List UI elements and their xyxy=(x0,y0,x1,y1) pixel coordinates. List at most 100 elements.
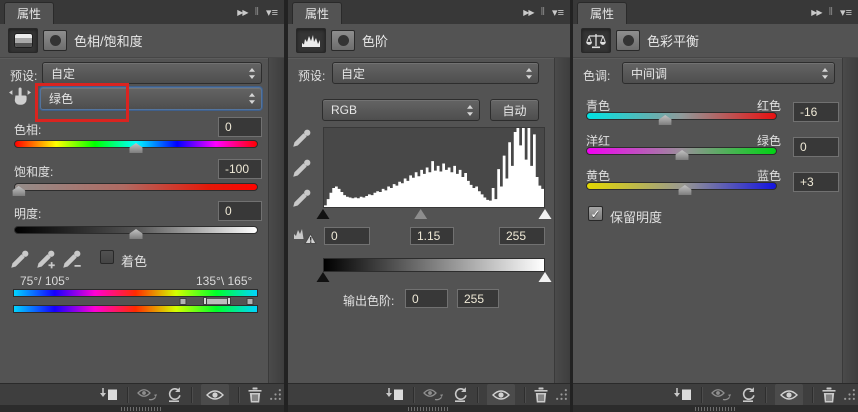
tab-properties[interactable]: 属性 xyxy=(4,2,55,24)
output-shadow-slider[interactable] xyxy=(316,272,330,282)
magenta-green-value-input[interactable]: 0 xyxy=(793,137,839,157)
saturation-value-input[interactable]: -100 xyxy=(218,159,262,179)
auto-button[interactable]: 自动 xyxy=(490,99,539,121)
saturation-slider-thumb[interactable] xyxy=(12,186,26,196)
layer-mask-icon[interactable] xyxy=(331,30,355,51)
black-point-eyedropper-icon[interactable] xyxy=(292,128,314,148)
reset-icon[interactable] xyxy=(452,386,468,404)
eyedropper-plus-icon[interactable] xyxy=(36,249,58,269)
resize-grip-icon[interactable] xyxy=(555,388,568,406)
lightness-slider-thumb[interactable] xyxy=(129,229,143,239)
levels-adjustment-icon[interactable] xyxy=(296,28,326,53)
visibility-icon[interactable] xyxy=(775,383,803,406)
preserve-luminosity-label: 保留明度 xyxy=(610,210,663,225)
resize-grip-icon[interactable] xyxy=(269,388,282,406)
preserve-luminosity-checkbox[interactable]: ✓ xyxy=(588,206,603,221)
tab-properties[interactable]: 属性 xyxy=(577,2,628,24)
saturation-slider[interactable] xyxy=(12,183,258,196)
hue-ramp-bottom xyxy=(13,305,258,313)
delete-icon[interactable] xyxy=(534,386,548,404)
input-midtone-value[interactable]: 1.15 xyxy=(410,227,454,245)
collapse-panel-icon[interactable]: ▶▶ xyxy=(237,8,248,17)
output-highlight-value[interactable]: 255 xyxy=(457,289,499,308)
scrollbar-track[interactable] xyxy=(554,58,570,383)
cyan-red-slider[interactable] xyxy=(586,112,777,125)
view-previous-state-icon[interactable] xyxy=(711,386,731,404)
lightness-slider[interactable] xyxy=(14,226,258,239)
eyedropper-minus-icon[interactable] xyxy=(62,249,84,269)
panel-menu-icon[interactable]: ▾≡ xyxy=(266,6,278,19)
hue-slider[interactable] xyxy=(14,140,258,153)
collapse-panel-icon[interactable]: ▶▶ xyxy=(811,8,822,17)
input-highlight-value[interactable]: 255 xyxy=(499,227,545,245)
collapse-panel-icon[interactable]: ▶▶ xyxy=(523,8,534,17)
clip-to-layer-icon[interactable] xyxy=(386,386,404,404)
scrollbar-track[interactable] xyxy=(268,58,284,383)
levels-histogram-shape xyxy=(324,128,544,207)
output-shadow-value[interactable]: 0 xyxy=(405,289,448,308)
panel-header: 色彩平衡 xyxy=(573,24,858,58)
tab-properties[interactable]: 属性 xyxy=(292,2,343,24)
panel-drag-handle[interactable] xyxy=(121,407,163,411)
view-previous-state-icon[interactable] xyxy=(423,386,443,404)
reset-icon[interactable] xyxy=(166,386,182,404)
targeted-adjustment-icon[interactable] xyxy=(8,87,31,107)
cyan-red-slider-thumb[interactable] xyxy=(658,115,672,125)
visibility-icon[interactable] xyxy=(487,383,515,406)
lightness-label: 明度: xyxy=(14,207,42,221)
yellow-blue-slider[interactable] xyxy=(586,182,777,195)
layer-mask-icon[interactable] xyxy=(616,30,640,51)
range-start-handle[interactable] xyxy=(203,297,208,305)
delete-icon[interactable] xyxy=(822,386,836,404)
panel-drag-handle[interactable] xyxy=(408,407,450,411)
output-levels-sliders xyxy=(316,272,552,283)
hue-label: 色相: xyxy=(14,123,42,137)
white-point-eyedropper-icon[interactable] xyxy=(292,188,314,208)
delete-icon[interactable] xyxy=(248,386,262,404)
panel-drag-handle[interactable] xyxy=(694,407,737,411)
view-previous-state-icon[interactable] xyxy=(137,386,157,404)
tab-separator-icon: ‖ xyxy=(828,6,834,18)
eyedropper-icon[interactable] xyxy=(10,249,32,269)
hue-value-input[interactable]: 0 xyxy=(218,117,262,137)
visibility-icon[interactable] xyxy=(201,383,229,406)
highlight-annotation-box xyxy=(35,83,129,122)
range-falloff-left-handle[interactable] xyxy=(179,297,187,305)
tab-bar: 属性 ▶▶ ‖ ▾≡ xyxy=(0,0,284,24)
input-shadow-value[interactable]: 0 xyxy=(324,227,370,245)
tone-dropdown[interactable]: 中间调 xyxy=(622,62,835,84)
magenta-green-slider-thumb[interactable] xyxy=(675,150,689,160)
preset-label: 预设: xyxy=(10,69,38,83)
color-balance-adjustment-icon[interactable] xyxy=(581,28,611,53)
lightness-value-input[interactable]: 0 xyxy=(218,201,262,221)
reset-icon[interactable] xyxy=(740,386,756,404)
range-falloff-right-handle[interactable] xyxy=(246,297,254,305)
input-shadow-slider[interactable] xyxy=(316,209,330,219)
panel-menu-icon[interactable]: ▾≡ xyxy=(840,6,852,19)
channel-dropdown[interactable]: RGB xyxy=(322,99,480,121)
layer-mask-icon[interactable] xyxy=(43,30,67,51)
input-highlight-slider[interactable] xyxy=(538,209,552,219)
yellow-blue-value-input[interactable]: +3 xyxy=(793,172,839,192)
gray-point-eyedropper-icon[interactable] xyxy=(292,158,314,178)
histogram-warning-icon[interactable] xyxy=(293,226,319,250)
range-bar[interactable] xyxy=(205,298,230,304)
colorize-checkbox[interactable] xyxy=(100,250,114,264)
range-end-handle[interactable] xyxy=(227,297,232,305)
magenta-green-slider[interactable] xyxy=(586,147,777,160)
preset-dropdown[interactable]: 自定 xyxy=(332,62,539,84)
scrollbar-track[interactable] xyxy=(842,58,858,383)
resize-grip-icon[interactable] xyxy=(843,388,856,406)
clip-to-layer-icon[interactable] xyxy=(100,386,118,404)
hue-slider-thumb[interactable] xyxy=(129,143,143,153)
yellow-blue-slider-thumb[interactable] xyxy=(678,185,692,195)
preset-dropdown[interactable]: 自定 xyxy=(42,62,262,84)
hue-saturation-adjustment-icon[interactable] xyxy=(8,28,38,53)
properties-panels: 属性 ▶▶ ‖ ▾≡ 色相/饱和度 预设: 自定 绿色 色相: 0 饱和度: -… xyxy=(0,0,858,412)
clip-to-layer-icon[interactable] xyxy=(674,386,692,404)
panel-menu-icon[interactable]: ▾≡ xyxy=(552,6,564,19)
saturation-label: 饱和度: xyxy=(14,165,54,179)
input-midtone-slider[interactable] xyxy=(414,209,428,219)
output-highlight-slider[interactable] xyxy=(538,272,552,282)
cyan-red-value-input[interactable]: -16 xyxy=(793,102,839,122)
